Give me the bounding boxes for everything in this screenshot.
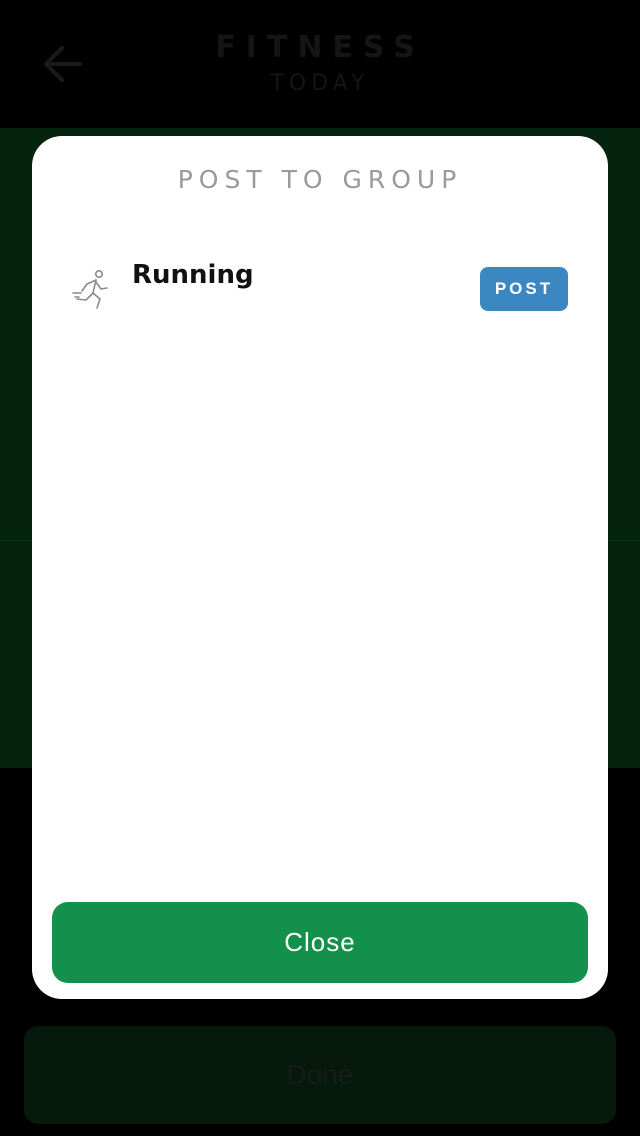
screen: FITNESS TODAY Done POST TO GROUP Running (0, 0, 640, 1136)
group-row: Running POST (32, 254, 608, 334)
app-title: FITNESS (215, 30, 425, 65)
close-button[interactable]: Close (52, 902, 588, 983)
group-name: Running (132, 260, 254, 290)
post-button[interactable]: POST (480, 267, 568, 311)
post-to-group-modal: POST TO GROUP Running POST Close (32, 136, 608, 999)
modal-title: POST TO GROUP (177, 165, 463, 194)
app-header: FITNESS TODAY (0, 0, 640, 128)
app-subtitle: TODAY (270, 71, 370, 96)
running-person-icon (72, 269, 108, 309)
done-button[interactable]: Done (24, 1026, 616, 1124)
